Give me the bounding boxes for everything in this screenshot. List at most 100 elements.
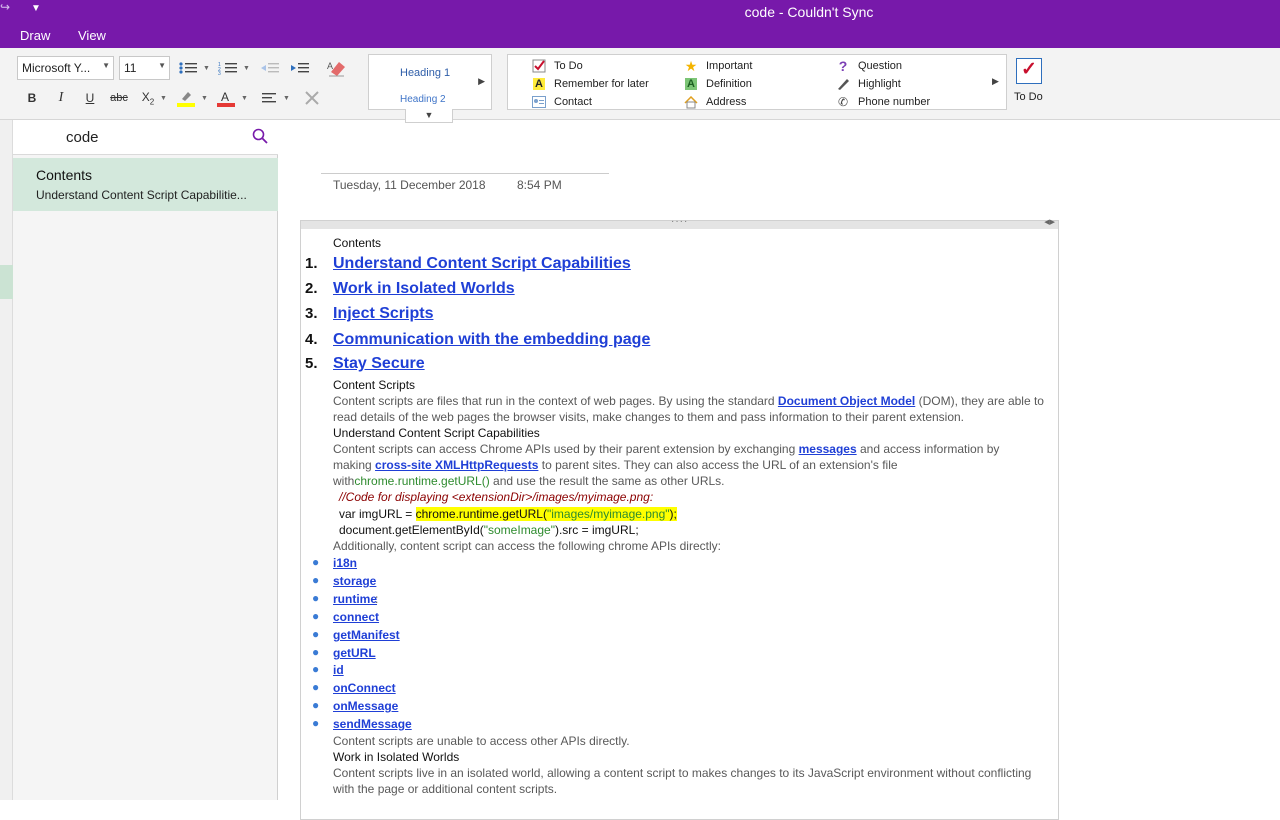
link-dom[interactable]: Document Object Model (778, 394, 915, 408)
font-name-select[interactable]: Microsoft Y... ▼ (17, 56, 114, 80)
selected-section-marker[interactable] (0, 265, 13, 299)
italic-button[interactable]: I (49, 86, 73, 110)
toc-number: 2. (305, 280, 318, 297)
strikethrough-button[interactable]: abc (107, 86, 131, 110)
link-messages[interactable]: messages (799, 442, 857, 456)
tag-question[interactable]: ? Question (834, 58, 902, 74)
tag-label: Phone number (858, 96, 931, 108)
code-text: document.getElementById( (339, 523, 484, 537)
api-link[interactable]: i18n (333, 556, 357, 570)
bullet-icon: ● (312, 609, 320, 623)
search-input[interactable]: code (66, 129, 99, 146)
page-item-contents[interactable]: Contents Understand Content Script Capab… (13, 158, 278, 211)
api-link[interactable]: onMessage (333, 699, 398, 713)
eraser-icon: A (327, 61, 345, 77)
subscript-button[interactable]: X2 (136, 86, 160, 110)
link-xhr[interactable]: cross-site XMLHttpRequests (375, 458, 538, 472)
code-line: document.getElementById("someImage").src… (339, 523, 639, 537)
highlight-button[interactable] (174, 86, 198, 110)
toc-number: 5. (305, 355, 318, 372)
tag-contact[interactable]: Contact (530, 95, 592, 109)
chevron-down-icon[interactable]: ▼ (243, 65, 250, 72)
bullet-icon: ● (312, 716, 320, 730)
chevron-down-icon[interactable]: ▼ (201, 95, 208, 102)
paragraph: Additionally, content script can access … (333, 539, 721, 553)
tag-remember-for-later[interactable]: A Remember for later (530, 77, 649, 91)
align-button[interactable] (258, 86, 282, 110)
toc-number: 3. (305, 305, 318, 322)
chevron-down-icon[interactable]: ▼ (283, 95, 290, 102)
page-title: Contents (36, 167, 93, 183)
ribbon-tabs: Draw View (0, 26, 1280, 48)
style-heading-2[interactable]: Heading 2 (400, 94, 446, 105)
decrease-indent-button[interactable] (258, 56, 282, 80)
tab-draw[interactable]: Draw (20, 28, 50, 43)
tab-view[interactable]: View (78, 28, 106, 43)
api-link[interactable]: getURL (333, 646, 376, 660)
toc-link[interactable]: Work in Isolated Worlds (333, 280, 515, 298)
bullets-button[interactable] (176, 56, 200, 80)
styles-expand-button[interactable]: ▼ (405, 109, 453, 123)
highlighter-icon (177, 92, 195, 107)
api-link[interactable]: getManifest (333, 628, 400, 642)
checkmark-icon: ✓ (1021, 59, 1037, 80)
api-link[interactable]: id (333, 663, 344, 677)
font-size-select[interactable]: 11 ▼ (119, 56, 170, 80)
todo-tag-button[interactable]: ✓ (1016, 58, 1042, 84)
italic-icon: I (58, 90, 64, 105)
code-string: "someImage" (483, 523, 555, 537)
api-link[interactable]: connect (333, 610, 379, 624)
chevron-down-icon[interactable]: ▼ (203, 65, 210, 72)
drag-handle-icon[interactable]: ···· (671, 216, 688, 227)
search-box[interactable]: code (13, 120, 278, 155)
api-link[interactable]: storage (333, 574, 376, 588)
tag-definition[interactable]: A Definition (682, 77, 752, 91)
toc-link[interactable]: Inject Scripts (333, 305, 433, 323)
chevron-right-icon[interactable]: ▶ (478, 76, 485, 87)
tag-address[interactable]: Address (682, 95, 746, 109)
paragraph: Content scripts can access Chrome APIs u… (333, 442, 999, 456)
paragraph: withchrome.runtime.getURL() and use the … (333, 474, 725, 488)
font-color-button[interactable]: A (214, 86, 238, 110)
container-grip[interactable]: ···· ◀▶ (301, 216, 1058, 229)
align-left-icon (262, 93, 276, 103)
text: Content scripts are files that run in th… (333, 394, 778, 408)
chevron-down-icon: ▼ (158, 61, 166, 70)
chevron-right-icon[interactable]: ▶ (992, 76, 999, 87)
underline-button[interactable]: U (78, 86, 102, 110)
bullet-icon: ● (312, 573, 320, 587)
code-highlight: ); (669, 507, 677, 521)
indent-icon (291, 63, 309, 73)
search-icon[interactable] (252, 128, 268, 148)
style-heading-1[interactable]: Heading 1 (400, 67, 450, 79)
paragraph: Content scripts are unable to access oth… (333, 734, 630, 748)
text: (DOM), they are able to (915, 394, 1044, 408)
section-heading: Work in Isolated Worlds (333, 750, 460, 764)
tag-label: Highlight (858, 78, 901, 90)
chevron-down-icon[interactable]: ▼ (241, 95, 248, 102)
increase-indent-button[interactable] (288, 56, 312, 80)
tag-phone-number[interactable]: ✆ Phone number (834, 95, 930, 109)
bullet-icon: ● (312, 591, 320, 605)
toc-link[interactable]: Stay Secure (333, 355, 425, 373)
api-link[interactable]: onConnect (333, 681, 396, 695)
code-comment: //Code for displaying <extensionDir>/ima… (339, 490, 654, 504)
contents-heading: Contents (333, 236, 382, 250)
clear-formatting-button[interactable]: A (324, 55, 350, 81)
resize-handle-icon[interactable]: ◀▶ (1044, 218, 1055, 226)
bold-button[interactable]: B (20, 86, 44, 110)
toc-link[interactable]: Understand Content Script Capabilities (333, 255, 631, 273)
delete-button[interactable] (300, 86, 324, 110)
code-text: var imgURL = (339, 507, 416, 521)
chevron-down-icon[interactable]: ▼ (160, 95, 167, 102)
tag-highlight[interactable]: Highlight (834, 77, 901, 91)
api-link[interactable]: sendMessage (333, 717, 412, 731)
api-link[interactable]: runtime (333, 592, 377, 606)
numbering-button[interactable]: 123 (216, 56, 240, 80)
svg-text:A: A (221, 90, 229, 104)
page-date-time: Tuesday, 11 December 2018 8:54 PM (321, 173, 609, 192)
tag-todo[interactable]: To Do (530, 59, 583, 73)
api-suffix: : (375, 592, 379, 606)
toc-link[interactable]: Communication with the embedding page (333, 331, 650, 349)
tag-important[interactable]: ★ Important (682, 58, 753, 74)
